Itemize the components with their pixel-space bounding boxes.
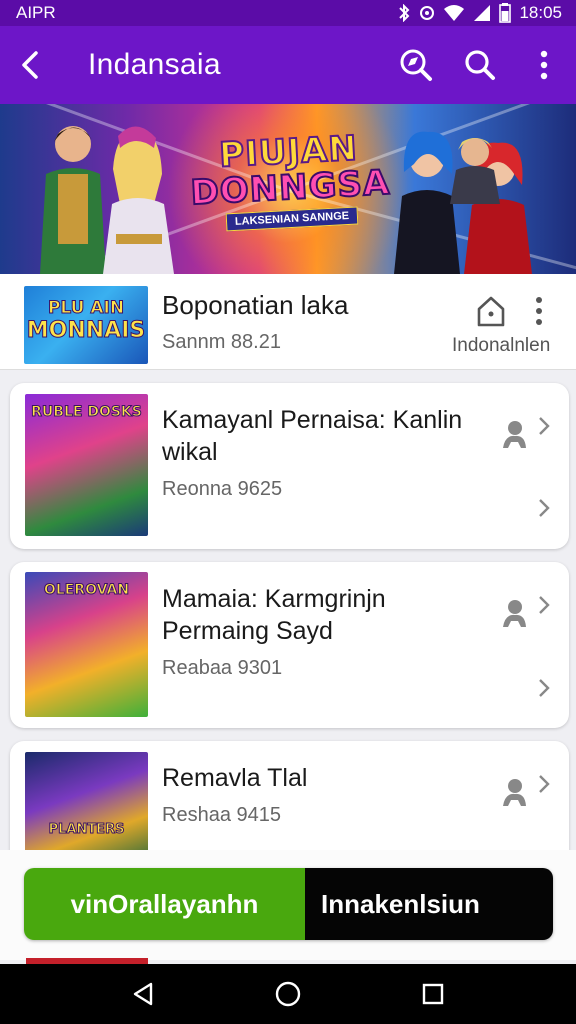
circle-home-icon <box>275 981 301 1007</box>
list-item-thumb-text: PLANTERS <box>48 822 125 838</box>
featured-thumb-line1: PLU AIN <box>47 298 125 319</box>
nfc-icon <box>419 5 435 21</box>
status-bar: AIPR 18:05 <box>0 0 576 26</box>
back-arrow-icon <box>22 51 38 79</box>
featured-title: Boponatian laka <box>162 290 349 320</box>
featured-side-label: Indonalnlen <box>452 335 551 356</box>
back-button[interactable] <box>0 26 60 104</box>
list-item-subtitle: Reabaa 9301 <box>162 657 283 679</box>
list-item-subtitle: Reshaa 9415 <box>162 804 281 826</box>
split-action-button: vinOrallayanhn Innakenlsiun <box>24 868 553 940</box>
discover-button[interactable] <box>384 26 448 104</box>
featured-thumb-line2: MONNAIS <box>26 318 146 344</box>
search-icon <box>465 50 495 80</box>
list-item-subtitle: Reonna 9625 <box>162 478 283 500</box>
list-item-title: Remavla Tlal <box>162 764 308 792</box>
clock: 18:05 <box>519 3 562 22</box>
list-item-thumb-text: OLEROVAN <box>43 582 130 599</box>
banner-logo: PIUJAN DONNGSA LAKSENIAN SANNGE <box>188 127 393 233</box>
banner-logo-line2: DONNGSA <box>189 162 393 214</box>
person-icon <box>500 776 528 813</box>
featured-subtitle: Sannm 88.21 <box>162 331 281 353</box>
system-navigation-bar <box>0 964 576 1024</box>
more-vertical-icon <box>540 50 548 80</box>
wifi-icon <box>443 4 465 22</box>
hero-character-girl <box>103 126 174 274</box>
primary-action-button[interactable]: vinOrallayanhn <box>24 868 305 940</box>
secondary-action-button[interactable]: Innakenlsiun <box>305 868 553 940</box>
page-title: Indansaia <box>88 48 221 81</box>
list-item-thumb-text: RUBLE DOSKS <box>31 404 143 421</box>
chevron-right-icon[interactable] <box>538 498 550 523</box>
chevron-right-icon[interactable] <box>538 595 550 620</box>
list-item-thumbnail: RUBLE DOSKS <box>25 394 148 536</box>
chevron-right-icon[interactable] <box>538 774 550 799</box>
nav-back-button[interactable] <box>113 964 173 1024</box>
triangle-back-icon <box>133 982 152 1006</box>
chevron-right-icon[interactable] <box>538 678 550 703</box>
hero-banner[interactable]: PIUJAN DONNGSA LAKSENIAN SANNGE <box>0 104 576 274</box>
search-button[interactable] <box>448 26 512 104</box>
list-item-title: Mamaia: Karmgrinjn Permaing Sayd <box>162 585 386 645</box>
featured-more-button[interactable] <box>534 296 544 331</box>
chevron-right-icon[interactable] <box>538 416 550 441</box>
carrier-label: AIPR <box>16 3 56 22</box>
list-item-thumbnail: OLEROVAN <box>25 572 148 717</box>
list-item-title: Kamayanl Pernaisa: Kanlin wikal <box>162 406 463 466</box>
home-icon[interactable] <box>474 294 508 333</box>
app-bar: Indansaia <box>0 26 576 104</box>
bluetooth-icon <box>397 4 411 22</box>
more-options-button[interactable] <box>512 26 576 104</box>
hero-character-back <box>450 138 500 204</box>
person-icon <box>500 418 528 455</box>
nav-recents-button[interactable] <box>403 964 463 1024</box>
list-item-thumbnail: PLANTERS <box>25 752 148 862</box>
square-recents-icon <box>423 983 444 1005</box>
person-icon <box>500 597 528 634</box>
more-vertical-icon <box>536 297 542 325</box>
banner-tagline: LAKSENIAN SANNGE <box>225 206 359 232</box>
featured-thumbnail: PLU AIN MONNAIS <box>24 286 148 364</box>
discover-search-icon <box>400 49 432 81</box>
nav-home-button[interactable] <box>258 964 318 1024</box>
signal-icon <box>473 4 491 22</box>
battery-icon <box>499 3 512 23</box>
